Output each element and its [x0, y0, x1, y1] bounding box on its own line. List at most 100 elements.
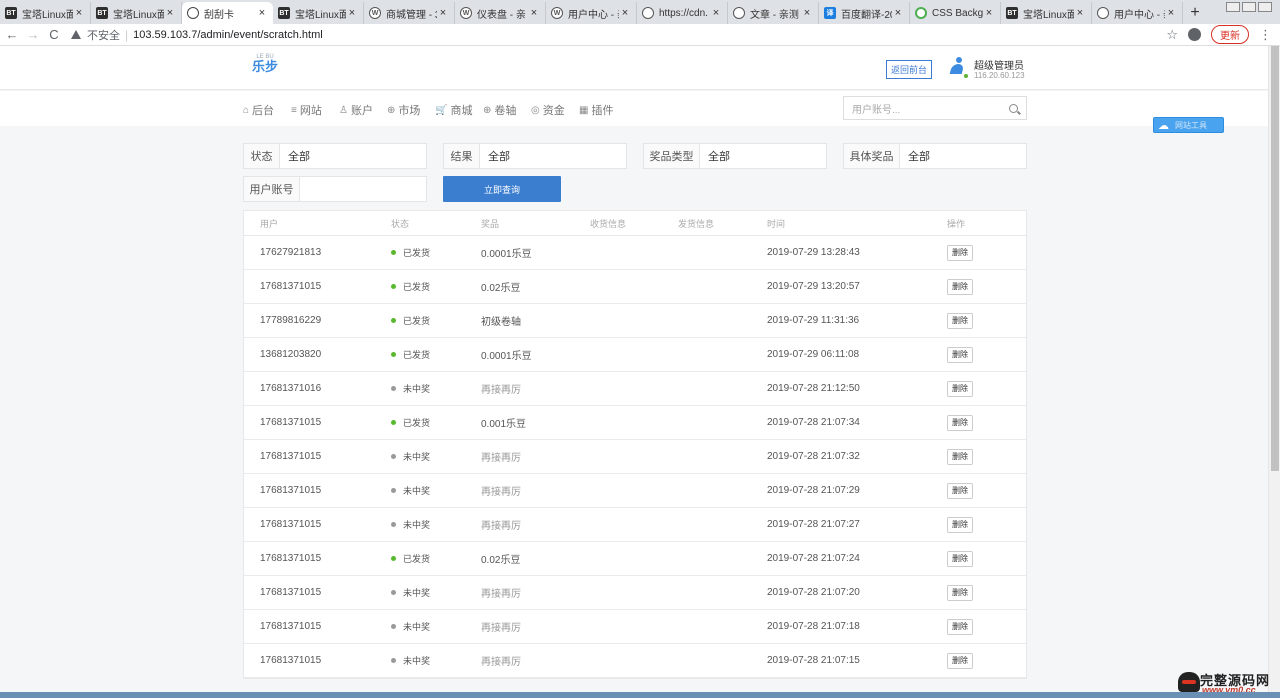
user-name[interactable]: 超级管理员	[974, 57, 1024, 72]
delete-button[interactable]: 删除	[947, 346, 973, 363]
close-window-button[interactable]	[1258, 2, 1272, 12]
delete-button[interactable]: 删除	[947, 414, 973, 431]
filter-result-select[interactable]: 全部	[480, 144, 626, 168]
nav-item-0[interactable]: ⌂ 后台	[243, 102, 274, 118]
row-prize: 再接再厉	[481, 589, 521, 600]
search-submit-button[interactable]: 立即查询	[443, 176, 561, 202]
filter-specific-prize-select[interactable]: 全部	[900, 144, 1026, 168]
delete-button[interactable]: 删除	[947, 618, 973, 635]
filter-prize-type[interactable]: 奖品类型 全部	[643, 143, 827, 169]
tab-close-icon[interactable]: ×	[73, 7, 85, 19]
delete-button[interactable]: 删除	[947, 278, 973, 295]
filter-status-select[interactable]: 全部	[280, 144, 426, 168]
delete-button[interactable]: 删除	[947, 652, 973, 669]
tab-close-icon[interactable]: ×	[710, 7, 722, 19]
browser-tab[interactable]: BT 宝塔Linux面板×	[273, 2, 364, 24]
browser-tab[interactable]: W 仪表盘 - 亲 ×	[455, 2, 546, 24]
tab-close-icon[interactable]: ×	[801, 7, 813, 19]
tab-close-icon[interactable]: ×	[983, 7, 995, 19]
delete-button[interactable]: 删除	[947, 448, 973, 465]
insecure-indicator[interactable]: 不安全	[71, 27, 120, 43]
delete-button[interactable]: 删除	[947, 380, 973, 397]
reload-icon[interactable]: C	[45, 27, 63, 42]
browser-tab[interactable]: BT 宝塔Linux面板×	[91, 2, 182, 24]
tab-close-icon[interactable]: ×	[528, 7, 540, 19]
bookmark-star-icon[interactable]: ☆	[1166, 27, 1178, 43]
nav-item-7[interactable]: ▦ 插件	[579, 102, 613, 118]
delete-button[interactable]: 删除	[947, 516, 973, 533]
scrollbar-thumb[interactable]	[1271, 46, 1279, 471]
bt-favicon-icon: BT	[278, 7, 290, 19]
nav-item-icon: ⊕	[483, 104, 492, 116]
table-row: 13681203820 已发货 0.0001乐豆 2019-07-29 06:11:0…	[244, 338, 1026, 372]
restore-button[interactable]	[1242, 2, 1256, 12]
row-status: 已发货	[391, 542, 430, 575]
browser-tab[interactable]: 刮刮卡 ×	[182, 2, 273, 24]
row-status: 未中奖	[391, 644, 430, 677]
browser-tab[interactable]: BT 宝塔Linux面板×	[1001, 2, 1092, 24]
tab-close-icon[interactable]: ×	[437, 7, 449, 19]
browser-tab[interactable]: W 商城管理 - 3 ×	[364, 2, 455, 24]
row-prize: 0.001乐豆	[481, 419, 527, 430]
browser-tab[interactable]: https://cdn. ×	[637, 2, 728, 24]
site-logo[interactable]: LE BU 乐步	[250, 54, 280, 82]
delete-button[interactable]: 删除	[947, 312, 973, 329]
delete-button[interactable]: 删除	[947, 482, 973, 499]
tab-close-icon[interactable]: ×	[1165, 7, 1177, 19]
browser-tab[interactable]: 文章 - 亲测 ×	[728, 2, 819, 24]
table-row: 17681371015 未中奖 再接再厉 2019-07-28 21:07:15 删除	[244, 644, 1026, 678]
nav-item-4[interactable]: 🛒 商城	[435, 102, 472, 118]
back-arrow-icon[interactable]: ←	[3, 27, 21, 42]
row-prize: 再接再厉	[481, 453, 521, 464]
new-tab-button[interactable]: +	[1183, 2, 1207, 24]
tab-close-icon[interactable]: ×	[1074, 7, 1086, 19]
back-to-frontend-button[interactable]: 返回前台	[886, 60, 933, 79]
browser-tab[interactable]: W 用户中心 - 亲×	[546, 2, 637, 24]
search-icon[interactable]	[1009, 103, 1018, 113]
row-time: 2019-07-28 21:07:32	[767, 451, 860, 462]
filter-specific-prize[interactable]: 具体奖品 全部	[843, 143, 1027, 169]
tab-close-icon[interactable]: ×	[892, 7, 904, 19]
status-dot-icon	[391, 250, 396, 255]
nav-item-3[interactable]: ⊕ 市场	[387, 102, 420, 118]
user-search-input[interactable]: 用户账号...	[843, 96, 1027, 120]
user-avatar-icon[interactable]	[948, 57, 969, 79]
delete-button[interactable]: 删除	[947, 244, 973, 261]
tab-close-icon[interactable]: ×	[346, 7, 358, 19]
menu-kebab-icon[interactable]: ⋮	[1259, 27, 1272, 43]
delete-button[interactable]: 删除	[947, 584, 973, 601]
page-scrollbar[interactable]	[1268, 46, 1280, 698]
minimize-button[interactable]	[1226, 2, 1240, 12]
globe-favicon-icon	[642, 7, 654, 19]
user-account-input[interactable]	[300, 177, 426, 201]
tab-close-icon[interactable]: ×	[256, 7, 268, 19]
browser-tab[interactable]: 用户中心 - 亲×	[1092, 2, 1183, 24]
row-user: 17789816229	[260, 315, 322, 326]
filter-user-account[interactable]: 用户账号	[243, 176, 427, 202]
nav-item-label: 账户	[350, 105, 373, 117]
nav-item-2[interactable]: ♙ 账户	[339, 102, 373, 118]
update-button[interactable]: 更新	[1211, 25, 1249, 44]
filter-result[interactable]: 结果 全部	[443, 143, 627, 169]
row-time: 2019-07-29 06:11:08	[767, 349, 860, 360]
tr-favicon-icon: 译	[824, 7, 836, 19]
nav-item-1[interactable]: ≡ 网站	[291, 102, 322, 118]
delete-button[interactable]: 删除	[947, 550, 973, 567]
status-dot-icon	[391, 522, 396, 527]
browser-tab[interactable]: CSS Backgr ×	[910, 2, 1001, 24]
website-tools-button[interactable]: ☁ 网站工具	[1153, 117, 1224, 133]
forward-arrow-icon[interactable]: →	[24, 27, 42, 42]
account-icon[interactable]	[1188, 28, 1201, 41]
filter-status[interactable]: 状态 全部	[243, 143, 427, 169]
nav-item-5[interactable]: ⊕ 卷轴	[483, 102, 516, 118]
browser-tab[interactable]: 译百度翻译-20 ×	[819, 2, 910, 24]
tab-close-icon[interactable]: ×	[164, 7, 176, 19]
status-text: 未中奖	[403, 486, 431, 496]
table-row: 17681371016 未中奖 再接再厉 2019-07-28 21:12:50 删除	[244, 372, 1026, 406]
browser-tab[interactable]: BT 宝塔Linux面板×	[0, 2, 91, 24]
nav-item-6[interactable]: ◎ 资金	[531, 102, 565, 118]
filter-prize-type-select[interactable]: 全部	[700, 144, 826, 168]
table-row: 17789816229 已发货 初级卷轴 2019-07-29 11:31:36 删除	[244, 304, 1026, 338]
tab-close-icon[interactable]: ×	[619, 7, 631, 19]
url-text[interactable]: 103.59.103.7/admin/event/scratch.html	[133, 29, 323, 41]
